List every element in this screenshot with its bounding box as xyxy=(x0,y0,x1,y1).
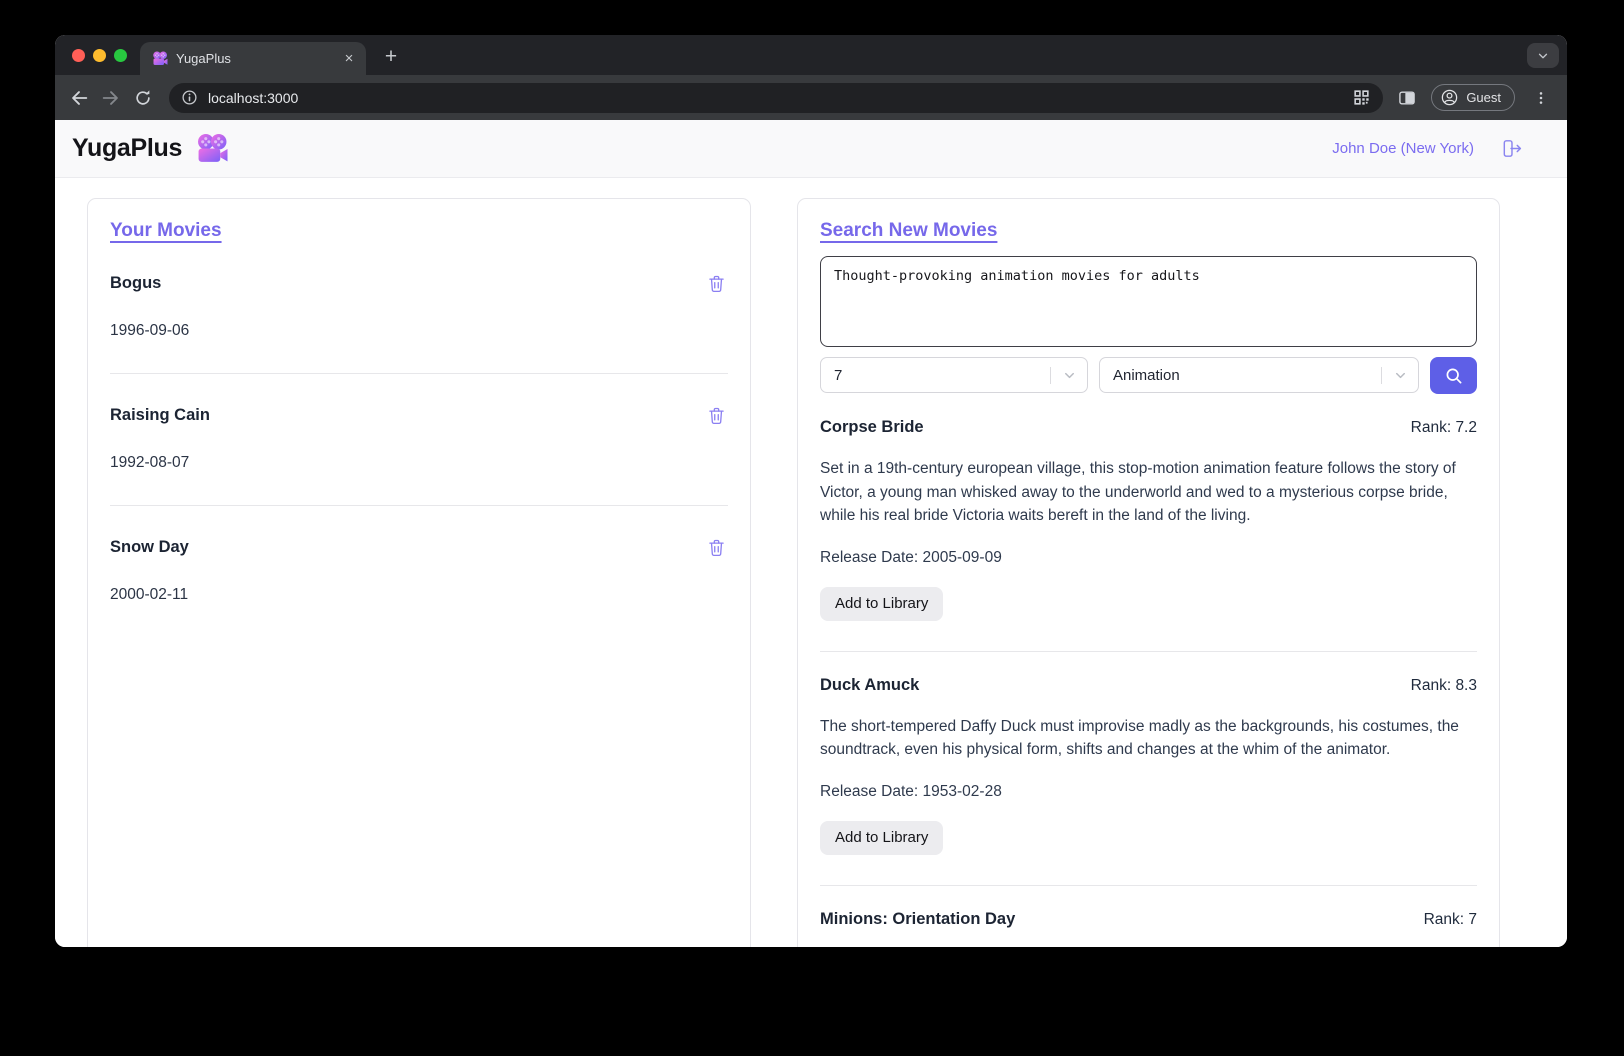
search-result: Minions: Orientation Day Rank: 7 With so… xyxy=(820,885,1477,948)
tab-strip: YugaPlus × + xyxy=(55,35,1567,75)
search-result: Duck Amuck Rank: 8.3 The short-tempered … xyxy=(820,651,1477,885)
movie-title: Snow Day xyxy=(110,538,189,557)
app-brand-title: YugaPlus xyxy=(72,134,182,163)
library-movie-row: Bogus 1996-09-06 xyxy=(110,242,728,374)
user-profile-link[interactable]: John Doe (New York) xyxy=(1332,140,1474,157)
trash-icon xyxy=(706,537,727,558)
rank-select-value: 7 xyxy=(834,367,842,384)
minimize-window-button[interactable] xyxy=(93,49,106,62)
browser-toolbar: localhost:3000 Guest xyxy=(55,75,1567,120)
add-to-library-button[interactable]: Add to Library xyxy=(820,587,943,621)
trash-icon xyxy=(706,405,727,426)
site-info-icon[interactable] xyxy=(181,89,198,106)
tab-title: YugaPlus xyxy=(176,51,332,66)
zoom-window-button[interactable] xyxy=(114,49,127,62)
search-new-movies-heading[interactable]: Search New Movies xyxy=(820,220,997,242)
app-header: YugaPlus John Doe (New York) xyxy=(55,120,1567,178)
result-title: Corpse Bride xyxy=(820,418,924,437)
guest-avatar-icon xyxy=(1440,88,1459,107)
rank-select[interactable]: 7 xyxy=(820,357,1088,393)
result-rank: Rank: 8.3 xyxy=(1411,677,1477,695)
reload-icon xyxy=(133,88,153,108)
tab-close-icon[interactable]: × xyxy=(340,50,358,68)
search-query-input[interactable]: Thought-provoking animation movies for a… xyxy=(820,256,1477,347)
qr-code-icon[interactable] xyxy=(1352,88,1371,107)
address-bar[interactable]: localhost:3000 xyxy=(169,83,1383,113)
browser-tab-yugaplus[interactable]: YugaPlus × xyxy=(140,42,366,75)
delete-movie-button[interactable] xyxy=(704,271,728,295)
movie-release-date: 1992-08-07 xyxy=(110,454,728,472)
search-icon xyxy=(1444,366,1464,386)
side-panel-icon xyxy=(1397,88,1417,108)
result-rank: Rank: 7 xyxy=(1424,911,1477,929)
category-select-value: Animation xyxy=(1113,367,1180,384)
search-result: Corpse Bride Rank: 7.2 Set in a 19th-cen… xyxy=(820,394,1477,651)
library-movie-row: Snow Day 2000-02-11 xyxy=(110,506,728,637)
reload-button[interactable] xyxy=(127,82,159,114)
result-release-date: Release Date: 1953-02-28 xyxy=(820,783,1477,801)
guest-label: Guest xyxy=(1466,90,1501,105)
search-button[interactable] xyxy=(1430,357,1477,394)
search-controls: 7 Animation xyxy=(820,357,1477,394)
side-panel-button[interactable] xyxy=(1391,82,1423,114)
trash-icon xyxy=(706,273,727,294)
chevron-down-icon xyxy=(1393,368,1408,383)
movie-camera-logo-icon xyxy=(195,133,229,164)
library-movie-row: Raising Cain 1992-08-07 xyxy=(110,374,728,506)
browser-window: YugaPlus × + localhost:3000 xyxy=(55,35,1567,947)
back-button[interactable] xyxy=(63,82,95,114)
new-tab-button[interactable]: + xyxy=(377,44,405,72)
back-arrow-icon xyxy=(68,87,90,109)
kebab-menu-icon xyxy=(1533,90,1549,106)
browser-menu-button[interactable] xyxy=(1525,82,1557,114)
result-title: Minions: Orientation Day xyxy=(820,910,1015,929)
result-description: Set in a 19th-century european village, … xyxy=(820,457,1477,528)
your-movies-heading[interactable]: Your Movies xyxy=(110,220,222,242)
result-description: The short-tempered Daffy Duck must impro… xyxy=(820,715,1477,762)
profile-button[interactable]: Guest xyxy=(1431,84,1515,111)
tab-search-button[interactable] xyxy=(1527,43,1559,68)
movie-release-date: 1996-09-06 xyxy=(110,322,728,340)
app-page: YugaPlus John Doe (New York) Your Movies xyxy=(55,120,1567,947)
chevron-down-icon xyxy=(1062,368,1077,383)
main-content: Your Movies Bogus 1996-09-06 xyxy=(55,178,1567,947)
category-select[interactable]: Animation xyxy=(1099,357,1419,393)
chevron-down-icon xyxy=(1536,49,1550,63)
movie-title: Bogus xyxy=(110,274,161,293)
movie-title: Raising Cain xyxy=(110,406,210,425)
movie-release-date: 2000-02-11 xyxy=(110,586,728,604)
delete-movie-button[interactable] xyxy=(704,535,728,559)
result-title: Duck Amuck xyxy=(820,676,919,695)
result-rank: Rank: 7.2 xyxy=(1411,419,1477,437)
traffic-lights xyxy=(72,49,127,62)
logout-icon[interactable] xyxy=(1500,137,1523,160)
search-movies-card: Search New Movies Thought-provoking anim… xyxy=(797,198,1500,947)
close-window-button[interactable] xyxy=(72,49,85,62)
url-text[interactable]: localhost:3000 xyxy=(208,90,1352,106)
your-movies-card: Your Movies Bogus 1996-09-06 xyxy=(87,198,751,947)
add-to-library-button[interactable]: Add to Library xyxy=(820,821,943,855)
forward-arrow-icon xyxy=(100,87,122,109)
movie-camera-favicon xyxy=(152,51,168,67)
result-release-date: Release Date: 2005-09-09 xyxy=(820,549,1477,567)
forward-button[interactable] xyxy=(95,82,127,114)
delete-movie-button[interactable] xyxy=(704,403,728,427)
